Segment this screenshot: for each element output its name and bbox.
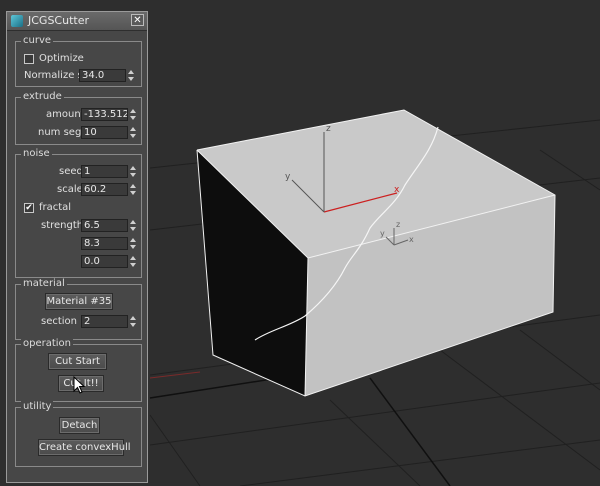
strength-y-field[interactable]: 8.3 <box>81 237 128 250</box>
strength-z-spin-arrows[interactable] <box>129 255 137 268</box>
pivot-x-label: x <box>394 185 400 195</box>
normalize-field[interactable]: 34.0 <box>79 69 126 82</box>
small-pivot-x-label: x <box>409 235 414 244</box>
spin-down-icon <box>130 116 136 120</box>
strength-z-field[interactable]: 0.0 <box>81 255 128 268</box>
seed-spinner[interactable]: 1 <box>81 165 137 178</box>
material-button[interactable]: Material #35 <box>45 293 113 310</box>
strength-label: strength <box>41 220 84 231</box>
spin-up-icon <box>130 109 136 113</box>
fractal-label: fractal <box>39 202 72 213</box>
curve-group: curve Optimize Normalize spl 34.0 <box>15 35 142 87</box>
spin-down-icon <box>128 77 134 81</box>
amount-label: amount <box>46 109 85 120</box>
noise-group-title: noise <box>21 148 52 159</box>
operation-group-title: operation <box>21 338 74 349</box>
extrude-group-title: extrude <box>21 91 64 102</box>
num-segs-label: num segs <box>38 127 87 138</box>
spin-down-icon <box>130 245 136 249</box>
seed-spin-arrows[interactable] <box>129 165 137 178</box>
spin-up-icon <box>130 220 136 224</box>
jcgscutter-panel: JCGSCutter ✕ curve Optimize Normalize sp… <box>6 11 148 483</box>
section-id-spin-arrows[interactable] <box>129 315 137 328</box>
curve-group-title: curve <box>21 35 54 46</box>
panel-title: JCGSCutter <box>28 14 89 27</box>
spin-down-icon <box>130 263 136 267</box>
spin-up-icon <box>130 256 136 260</box>
extrude-group: extrude amount -133.512 num segs 10 <box>15 91 142 145</box>
spin-down-icon <box>130 323 136 327</box>
spin-up-icon <box>130 184 136 188</box>
amount-spinner[interactable]: -133.512 <box>81 108 137 121</box>
material-group-title: material <box>21 278 67 289</box>
detach-button[interactable]: Detach <box>59 417 100 434</box>
spin-up-icon <box>130 166 136 170</box>
spin-up-icon <box>130 238 136 242</box>
strength-x-spin-arrows[interactable] <box>129 219 137 232</box>
material-group: material Material #35 section id 2 <box>15 278 142 340</box>
utility-group: utility Detach Create convexHull <box>15 401 142 467</box>
num-segs-field[interactable]: 10 <box>81 126 128 139</box>
strength-y-spin-arrows[interactable] <box>129 237 137 250</box>
utility-group-title: utility <box>21 401 54 412</box>
spin-down-icon <box>130 227 136 231</box>
create-convexhull-button[interactable]: Create convexHull <box>38 439 131 456</box>
cut-start-button[interactable]: Cut Start <box>48 353 107 370</box>
mouse-cursor-icon <box>73 376 85 394</box>
strength-x-spinner[interactable]: 6.5 <box>81 219 137 232</box>
seed-field[interactable]: 1 <box>81 165 128 178</box>
spin-down-icon <box>130 173 136 177</box>
spin-down-icon <box>130 134 136 138</box>
num-segs-spin-arrows[interactable] <box>129 126 137 139</box>
noise-group: noise seed 1 scale 60.2 ✔ fractal streng… <box>15 148 142 278</box>
scale-spin-arrows[interactable] <box>129 183 137 196</box>
app-icon <box>11 15 23 27</box>
normalize-spinner[interactable]: 34.0 <box>79 69 135 82</box>
scale-field[interactable]: 60.2 <box>81 183 128 196</box>
seed-label: seed <box>59 166 83 177</box>
normalize-spin-arrows[interactable] <box>127 69 135 82</box>
spin-down-icon <box>130 191 136 195</box>
optimize-checkbox[interactable] <box>24 54 34 64</box>
scale-label: scale <box>57 184 83 195</box>
small-pivot-y-label: y <box>380 229 385 238</box>
pivot-z-label: z <box>326 124 331 134</box>
fractal-checkbox[interactable]: ✔ <box>24 203 34 213</box>
strength-y-spinner[interactable]: 8.3 <box>81 237 137 250</box>
strength-x-field[interactable]: 6.5 <box>81 219 128 232</box>
amount-field[interactable]: -133.512 <box>81 108 128 121</box>
pivot-y-label: y <box>285 172 291 182</box>
spin-up-icon <box>128 70 134 74</box>
close-button[interactable]: ✕ <box>131 14 144 26</box>
spin-up-icon <box>130 316 136 320</box>
small-pivot-z-label: z <box>396 220 400 229</box>
strength-z-spinner[interactable]: 0.0 <box>81 255 137 268</box>
section-id-spinner[interactable]: 2 <box>81 315 137 328</box>
optimize-label: Optimize <box>39 53 84 64</box>
num-segs-spinner[interactable]: 10 <box>81 126 137 139</box>
amount-spin-arrows[interactable] <box>129 108 137 121</box>
panel-titlebar[interactable]: JCGSCutter ✕ <box>7 12 147 31</box>
scale-spinner[interactable]: 60.2 <box>81 183 137 196</box>
section-id-field[interactable]: 2 <box>81 315 128 328</box>
spin-up-icon <box>130 127 136 131</box>
